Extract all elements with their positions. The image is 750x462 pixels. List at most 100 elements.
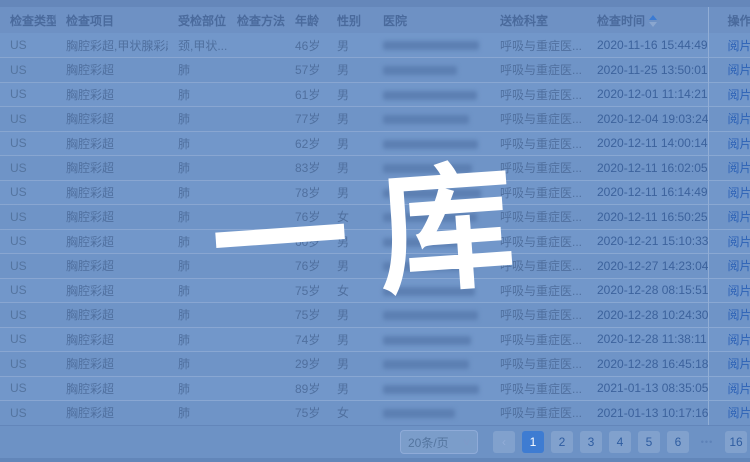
page-button-4[interactable]: 4 — [609, 431, 631, 453]
cell-exam-method — [227, 58, 285, 83]
table-row[interactable]: US 胸腔彩超 肺 75岁 女 呼吸与重症医... 2020-12-28 08:… — [0, 278, 750, 303]
cell-body-part: 肺 — [168, 58, 227, 83]
page-button-1[interactable]: 1 — [522, 431, 544, 453]
cell-exam-type: US — [0, 205, 56, 230]
table-row[interactable]: US 胸腔彩超 肺 75岁 男 呼吸与重症医... 2020-12-28 10:… — [0, 303, 750, 328]
cell-exam-time: 2020-12-11 14:00:14 — [587, 131, 708, 156]
cell-exam-item: 胸腔彩超 — [56, 180, 168, 205]
hospital-redacted-block — [383, 115, 469, 124]
cell-age: 89岁 — [285, 376, 327, 401]
cell-action: 阅片 — [708, 401, 750, 426]
view-film-link[interactable]: 阅片 — [728, 308, 750, 322]
page-button-6[interactable]: 6 — [667, 431, 689, 453]
cell-exam-type: US — [0, 107, 56, 132]
cell-hospital — [373, 303, 490, 328]
hospital-redacted-block — [383, 360, 469, 369]
table-row[interactable]: US 胸腔彩超 肺 89岁 男 呼吸与重症医... 2021-01-13 08:… — [0, 376, 750, 401]
cell-age: 77岁 — [285, 107, 327, 132]
page-size-value: 20条/页 — [408, 434, 449, 451]
cell-department: 呼吸与重症医... — [490, 131, 587, 156]
page-button-3[interactable]: 3 — [580, 431, 602, 453]
cell-hospital — [373, 107, 490, 132]
page-ellipsis[interactable]: ••• — [696, 431, 718, 453]
hospital-redacted-block — [383, 189, 481, 198]
cell-exam-time: 2020-12-28 10:24:30 — [587, 303, 708, 328]
cell-exam-time: 2020-12-11 16:50:25 — [587, 205, 708, 230]
table-row[interactable]: US 胸腔彩超 肺 74岁 男 呼吸与重症医... 2020-12-28 11:… — [0, 327, 750, 352]
exam-list-screen: 检查类型 检查项目 受检部位 检查方法 年龄 性别 医院 送检科室 检查时间 操… — [0, 0, 750, 462]
cell-age: 76岁 — [285, 254, 327, 279]
cell-exam-item: 胸腔彩超 — [56, 205, 168, 230]
view-film-link[interactable]: 阅片 — [728, 112, 750, 126]
cell-department: 呼吸与重症医... — [490, 352, 587, 377]
cell-age: 76岁 — [285, 205, 327, 230]
cell-exam-type: US — [0, 376, 56, 401]
table-row[interactable]: US 胸腔彩超 肺 83岁 男 呼吸与重症医... 2020-12-11 16:… — [0, 156, 750, 181]
cell-age: 78岁 — [285, 180, 327, 205]
view-film-link[interactable]: 阅片 — [728, 210, 750, 224]
cell-body-part: 肺 — [168, 303, 227, 328]
view-film-link[interactable]: 阅片 — [728, 333, 750, 347]
table-row[interactable]: US 胸腔彩超 肺 75岁 女 呼吸与重症医... 2021-01-13 10:… — [0, 401, 750, 426]
cell-action: 阅片 — [708, 156, 750, 181]
cell-department: 呼吸与重症医... — [490, 254, 587, 279]
cell-hospital — [373, 180, 490, 205]
view-film-link[interactable]: 阅片 — [728, 63, 750, 77]
cell-department: 呼吸与重症医... — [490, 180, 587, 205]
view-film-link[interactable]: 阅片 — [728, 186, 750, 200]
cell-hospital — [373, 229, 490, 254]
table-row[interactable]: US 胸腔彩超 肺 62岁 男 呼吸与重症医... 2020-12-11 14:… — [0, 131, 750, 156]
cell-exam-type: US — [0, 180, 56, 205]
cell-hospital — [373, 131, 490, 156]
view-film-link[interactable]: 阅片 — [728, 357, 750, 371]
view-film-link[interactable]: 阅片 — [728, 406, 750, 420]
table-row[interactable]: US 胸腔彩超 肺 29岁 男 呼吸与重症医... 2020-12-28 16:… — [0, 352, 750, 377]
cell-department: 呼吸与重症医... — [490, 82, 587, 107]
table-row[interactable]: US 胸腔彩超,甲状腺彩超 颈,甲状... 46岁 男 呼吸与重症医... 20… — [0, 33, 750, 58]
view-film-link[interactable]: 阅片 — [728, 284, 750, 298]
exam-time-label: 检查时间 — [597, 14, 645, 28]
view-film-link[interactable]: 阅片 — [728, 39, 750, 53]
cell-age: 75岁 — [285, 401, 327, 426]
prev-page-button[interactable]: ‹ — [493, 431, 515, 453]
cell-hospital — [373, 205, 490, 230]
cell-hospital — [373, 254, 490, 279]
table-row[interactable]: US 胸腔彩超 肺 76岁 男 呼吸与重症医... 2020-12-27 14:… — [0, 254, 750, 279]
table-row[interactable]: US 胸腔彩超 肺 60岁 男 呼吸与重症医... 2020-12-21 15:… — [0, 229, 750, 254]
view-film-link[interactable]: 阅片 — [728, 88, 750, 102]
hospital-redacted-block — [383, 287, 475, 296]
col-header-hospital: 医院 — [373, 7, 490, 33]
table-row[interactable]: US 胸腔彩超 肺 77岁 男 呼吸与重症医... 2020-12-04 19:… — [0, 107, 750, 132]
col-header-exam-time[interactable]: 检查时间 — [587, 7, 708, 33]
cell-exam-method — [227, 180, 285, 205]
cell-action: 阅片 — [708, 33, 750, 58]
cell-exam-item: 胸腔彩超 — [56, 352, 168, 377]
cell-exam-time: 2020-12-28 11:38:11 — [587, 327, 708, 352]
view-film-link[interactable]: 阅片 — [728, 161, 750, 175]
page-button-16[interactable]: 16 — [725, 431, 747, 453]
view-film-link[interactable]: 阅片 — [728, 137, 750, 151]
sort-caret-icon[interactable] — [649, 15, 657, 27]
view-film-link[interactable]: 阅片 — [728, 259, 750, 273]
cell-exam-item: 胸腔彩超,甲状腺彩超 — [56, 33, 168, 58]
table-row[interactable]: US 胸腔彩超 肺 76岁 女 呼吸与重症医... 2020-12-11 16:… — [0, 205, 750, 230]
cell-department: 呼吸与重症医... — [490, 278, 587, 303]
page-button-2[interactable]: 2 — [551, 431, 573, 453]
cell-hospital — [373, 352, 490, 377]
table-row[interactable]: US 胸腔彩超 肺 57岁 男 呼吸与重症医... 2020-11-25 13:… — [0, 58, 750, 83]
page-button-5[interactable]: 5 — [638, 431, 660, 453]
cell-gender: 男 — [327, 58, 373, 83]
cell-gender: 女 — [327, 205, 373, 230]
cell-hospital — [373, 327, 490, 352]
view-film-link[interactable]: 阅片 — [728, 235, 750, 249]
table-row[interactable]: US 胸腔彩超 肺 78岁 男 呼吸与重症医... 2020-12-11 16:… — [0, 180, 750, 205]
cell-exam-method — [227, 229, 285, 254]
view-film-link[interactable]: 阅片 — [728, 382, 750, 396]
cell-exam-time: 2020-12-11 16:14:49 — [587, 180, 708, 205]
cell-body-part: 肺 — [168, 156, 227, 181]
table-row[interactable]: US 胸腔彩超 肺 61岁 男 呼吸与重症医... 2020-12-01 11:… — [0, 82, 750, 107]
page-size-select[interactable]: 20条/页 ∨ — [400, 430, 478, 454]
cell-exam-type: US — [0, 33, 56, 58]
cell-hospital — [373, 401, 490, 426]
cell-age: 74岁 — [285, 327, 327, 352]
